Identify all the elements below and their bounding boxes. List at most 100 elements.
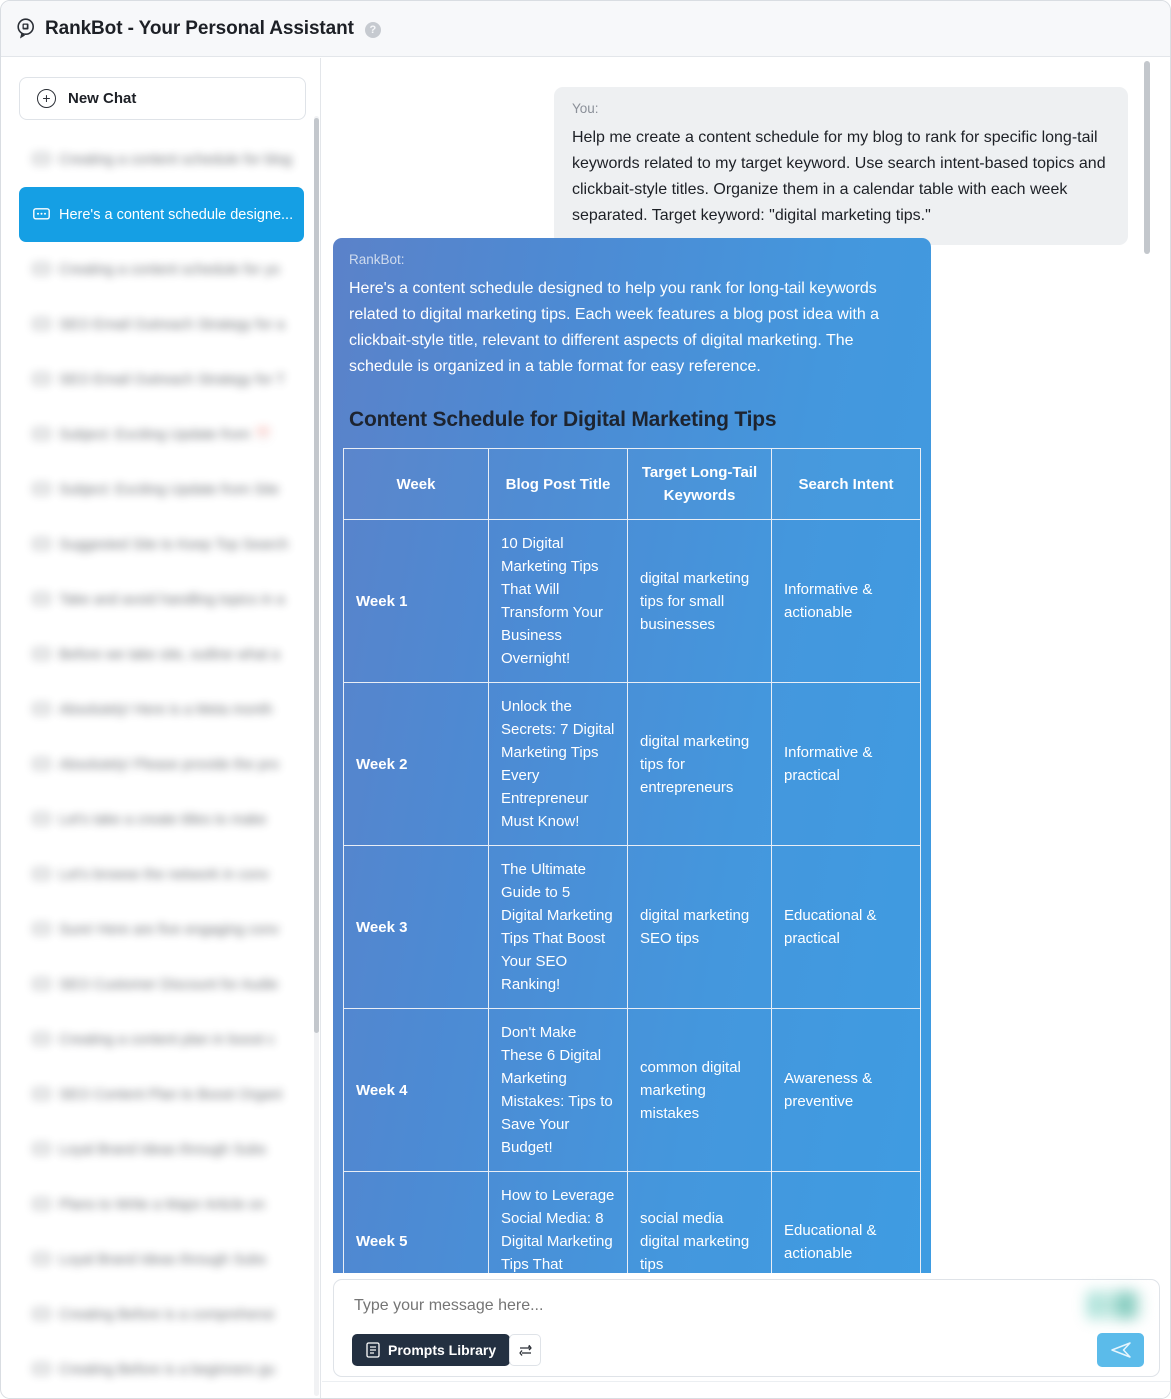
chat-history-item-label: Let's browse the network in conv bbox=[59, 866, 269, 883]
send-button[interactable] bbox=[1097, 1333, 1144, 1367]
table-row: Week 1 10 Digital Marketing Tips That Wil… bbox=[343, 519, 921, 683]
chat-history-item[interactable]: Creating a content plan in boost c bbox=[19, 1012, 304, 1067]
table-column-header: Blog Post Title bbox=[488, 448, 628, 520]
chat-history-item[interactable]: Let's take a create titles to make bbox=[19, 792, 304, 847]
table-cell-keywords: common digital marketing mistakes bbox=[627, 1008, 772, 1172]
swap-icon bbox=[518, 1344, 532, 1356]
chat-icon bbox=[33, 1033, 50, 1045]
table-cell-intent: Awareness & preventive bbox=[771, 1008, 921, 1172]
chat-history-item[interactable]: Subject: Exciting Update from 📍 bbox=[19, 407, 304, 462]
chat-history-item-label: SEO Email Outreach Strategy for T bbox=[59, 371, 286, 388]
chat-history-item[interactable]: Creating Before is a beginners gu bbox=[19, 1342, 304, 1397]
chat-history-item-active[interactable]: Here's a content schedule designe... bbox=[19, 187, 304, 242]
chat-history-item-label: Absolutely! Here is a Meta month bbox=[59, 701, 273, 718]
chat-history-item[interactable]: Plans to Write a Major Article on bbox=[19, 1177, 304, 1232]
emoji-icon: 📍 bbox=[250, 427, 273, 443]
message-input[interactable] bbox=[352, 1296, 952, 1316]
chat-scrollbar[interactable] bbox=[1144, 61, 1150, 254]
footer-divider bbox=[322, 1381, 1170, 1398]
table-cell-keywords: social media digital marketing tips bbox=[627, 1171, 772, 1273]
chat-history-item[interactable]: Loyal Brand Ideas through Subs bbox=[19, 1122, 304, 1177]
user-message-bubble: You: Help me create a content schedule f… bbox=[554, 87, 1128, 245]
chat-history-item[interactable]: Sure! Here are five engaging conv bbox=[19, 902, 304, 957]
composer-box: Prompts Library bbox=[333, 1279, 1160, 1377]
chat-history-item-label: Creating Before is a beginners gu bbox=[59, 1361, 276, 1378]
bot-message-text: Here's a content schedule designed to he… bbox=[349, 280, 880, 375]
chat-history-item-label: Creating a content plan in boost c bbox=[59, 1031, 276, 1048]
table-cell-title: Don't Make These 6 Digital Marketing Mis… bbox=[488, 1008, 628, 1172]
chat-history-item[interactable]: Creating a content schedule for yo bbox=[19, 242, 304, 297]
chat-history-item[interactable]: Before we take site, outline what a bbox=[19, 627, 304, 682]
bot-message-author: RankBot: bbox=[349, 252, 405, 267]
chat-icon bbox=[33, 263, 50, 275]
chat-icon bbox=[33, 428, 50, 440]
table-cell-title: 10 Digital Marketing Tips That Will Tran… bbox=[488, 519, 628, 683]
chat-history-item[interactable]: Take and avoid handling topics in a bbox=[19, 572, 304, 627]
chat-icon bbox=[33, 318, 50, 330]
chat-history-item[interactable]: Loyal Brand Ideas through Subs bbox=[19, 1232, 304, 1287]
table-row: Week 5 How to Leverage Social Media: 8 Di… bbox=[343, 1171, 921, 1273]
plus-circle-icon: + bbox=[37, 89, 56, 108]
chat-history-item-label: SEO Content Plan to Boost Organi bbox=[59, 1086, 283, 1103]
table-cell-intent: Educational & practical bbox=[771, 845, 921, 1009]
content-schedule-table: Week Blog Post Title Target Long-Tail Keyw… bbox=[343, 448, 921, 1273]
chat-icon bbox=[33, 813, 50, 825]
model-badge[interactable] bbox=[1087, 1291, 1142, 1319]
table-row: Week 4 Don't Make These 6 Digital Marketi… bbox=[343, 1008, 921, 1172]
new-chat-button[interactable]: + New Chat bbox=[19, 77, 306, 120]
chat-icon bbox=[33, 538, 50, 550]
help-icon[interactable]: ? bbox=[364, 21, 381, 38]
prompts-library-button[interactable]: Prompts Library bbox=[352, 1334, 511, 1366]
chat-history-item[interactable]: Creating Before is a comprehensi bbox=[19, 1287, 304, 1342]
table-cell-keywords: digital marketing SEO tips bbox=[627, 845, 772, 1009]
chat-history-item-label: Take and avoid handling topics in a bbox=[59, 591, 285, 608]
chat-icon bbox=[33, 1308, 50, 1320]
chat-history-list: Creating a content schedule for blog Here… bbox=[2, 132, 320, 1397]
chat-history-item[interactable]: SEO Content Plan to Boost Organi bbox=[19, 1067, 304, 1122]
table-cell-week: Week 5 bbox=[343, 1171, 489, 1273]
chat-icon bbox=[33, 483, 50, 495]
sidebar: + New Chat Creating a content schedule f… bbox=[2, 58, 321, 1398]
chat-history-item-label: Creating Before is a comprehensi bbox=[59, 1306, 275, 1323]
prompts-library-label: Prompts Library bbox=[388, 1342, 497, 1358]
chat-icon bbox=[33, 1253, 50, 1265]
table-column-header: Week bbox=[343, 448, 489, 520]
chat-history-item[interactable]: Absolutely! Please provide the pro bbox=[19, 737, 304, 792]
chat-history-item-label: Before we take site, outline what a bbox=[59, 646, 280, 663]
chat-icon bbox=[33, 593, 50, 605]
chat-history-item[interactable]: Suggested Site to Keep Top Search bbox=[19, 517, 304, 572]
table-column-header: Target Long-Tail Keywords bbox=[627, 448, 772, 520]
new-chat-label: New Chat bbox=[68, 90, 137, 107]
chat-icon bbox=[33, 1143, 50, 1155]
table-column-header: Search Intent bbox=[771, 448, 921, 520]
schedule-heading: Content Schedule for Digital Marketing T… bbox=[349, 408, 777, 431]
chat-icon bbox=[33, 648, 50, 660]
search-badge-icon bbox=[17, 17, 35, 38]
table-cell-week: Week 2 bbox=[343, 682, 489, 846]
user-message-text: Help me create a content schedule for my… bbox=[572, 129, 1106, 224]
table-cell-week: Week 4 bbox=[343, 1008, 489, 1172]
table-cell-title: How to Leverage Social Media: 8 Digital … bbox=[488, 1171, 628, 1273]
chat-history-item-label: Sure! Here are five engaging conv bbox=[59, 921, 280, 938]
chat-history-item[interactable]: Absolutely! Here is a Meta month bbox=[19, 682, 304, 737]
chat-history-item[interactable]: Creating a content schedule for blog bbox=[19, 132, 304, 187]
chat-history-item[interactable]: SEO Customer Discount for Audie bbox=[19, 957, 304, 1012]
chat-icon bbox=[33, 153, 50, 165]
table-cell-keywords: digital marketing tips for entrepreneurs bbox=[627, 682, 772, 846]
swap-button[interactable] bbox=[509, 1334, 541, 1366]
chat-icon bbox=[33, 978, 50, 990]
document-icon bbox=[366, 1342, 380, 1358]
chat-icon bbox=[33, 868, 50, 880]
message-scroll-area: You: Help me create a content schedule f… bbox=[322, 58, 1170, 1273]
send-icon bbox=[1110, 1342, 1131, 1358]
table-row: Week 2 Unlock the Secrets: 7 Digital Mark… bbox=[343, 682, 921, 846]
chat-history-item[interactable]: SEO Email Outreach Strategy for a bbox=[19, 297, 304, 352]
chat-history-item-label: Subject: Exciting Update from Site bbox=[59, 481, 280, 498]
table-cell-keywords: digital marketing tips for small busines… bbox=[627, 519, 772, 683]
table-row: Week 3 The Ultimate Guide to 5 Digital Ma… bbox=[343, 845, 921, 1009]
chat-history-item[interactable]: Subject: Exciting Update from Site bbox=[19, 462, 304, 517]
chat-history-item[interactable]: SEO Email Outreach Strategy for T bbox=[19, 352, 304, 407]
chat-history-item-label: Loyal Brand Ideas through Subs bbox=[59, 1251, 267, 1268]
chat-history-item[interactable]: Let's browse the network in conv bbox=[19, 847, 304, 902]
chat-history-item-label: Creating a content schedule for blog bbox=[59, 151, 292, 168]
